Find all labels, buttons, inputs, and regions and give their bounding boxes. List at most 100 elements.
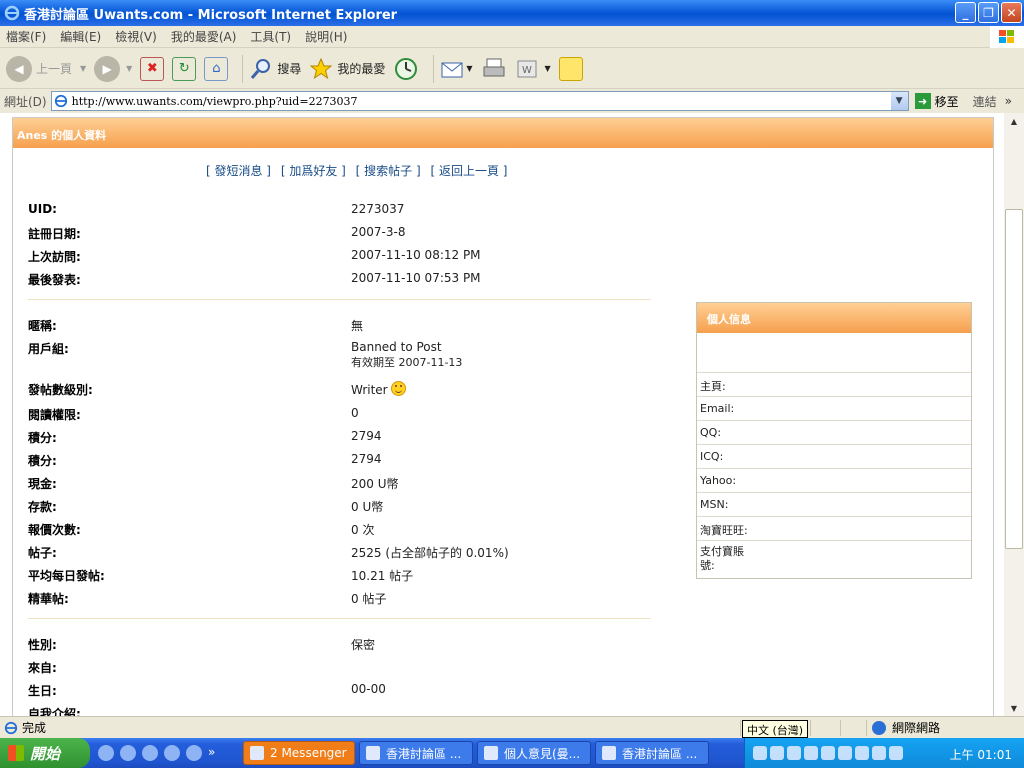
home-button[interactable]: ⌂ xyxy=(204,56,229,81)
keyboard-icon[interactable] xyxy=(753,746,767,760)
maximize-button[interactable]: ❐ xyxy=(978,2,999,23)
favorites-label: 我的最愛 xyxy=(337,62,386,76)
info-row-usergroup: 用戶組: Banned to Post 有效期至 2007-11-13 xyxy=(28,340,463,369)
word-edit-icon: W xyxy=(517,60,537,77)
edit-button[interactable]: W ▼ xyxy=(515,57,551,81)
address-input[interactable]: http://www.uwants.com/viewpro.php?uid=22… xyxy=(50,91,909,111)
menu-help[interactable]: 說明(H) xyxy=(305,28,347,45)
tray-icon[interactable] xyxy=(770,746,784,760)
contact-taobao: 淘寶旺旺: xyxy=(697,517,971,541)
tray-icon[interactable] xyxy=(838,746,852,760)
vertical-scrollbar[interactable]: ▲ ▼ xyxy=(1004,113,1024,716)
taskbar: 開始 » 2 Messenger▼ 香港討論區 ... 個人意見(曼... 香港… xyxy=(0,738,1024,768)
window-titlebar: 香港討論區 Uwants.com - Microsoft Internet Ex… xyxy=(0,0,1024,26)
task-messenger[interactable]: 2 Messenger▼ xyxy=(243,741,355,765)
search-button[interactable]: 搜尋 xyxy=(249,57,301,81)
menu-file[interactable]: 檔案(F) xyxy=(6,28,46,45)
print-button[interactable] xyxy=(481,57,507,81)
task-ie-1[interactable]: 香港討論區 ... xyxy=(359,741,473,765)
scroll-thumb[interactable] xyxy=(1005,209,1023,549)
divider xyxy=(28,618,651,619)
tray-icon[interactable] xyxy=(787,746,801,760)
usergroup-value: Banned to Post xyxy=(351,340,442,354)
chevron-right-icon[interactable]: » xyxy=(208,745,215,761)
favorites-button[interactable]: 我的最愛 xyxy=(309,57,385,81)
ie-icon xyxy=(602,746,616,760)
profile-panel: Anes 的個人資料 [ 發短消息 ] [ 加爲好友 ] [ 搜索帖子 ] [ … xyxy=(12,117,994,716)
ie-icon[interactable] xyxy=(186,745,202,761)
mail-dropdown-icon: ▼ xyxy=(466,64,473,73)
menu-favorites[interactable]: 我的最愛(A) xyxy=(171,28,237,45)
info-row-daily-avg: 平均每日發帖: 10.21 帖子 xyxy=(28,569,414,583)
search-posts-link[interactable]: [ 搜索帖子 ] xyxy=(356,164,421,178)
ime-indicator[interactable]: 中文 (台灣) xyxy=(742,720,809,738)
address-dropdown-icon[interactable]: ▼ xyxy=(890,92,908,110)
ie-icon xyxy=(366,746,380,760)
close-button[interactable]: ✕ xyxy=(1001,2,1022,23)
back-button[interactable]: ◀ 上一頁 ▼ xyxy=(6,55,86,82)
contact-msn: MSN: xyxy=(697,493,971,517)
menu-edit[interactable]: 編輯(E) xyxy=(60,28,101,45)
zone-label: 網際網路 xyxy=(892,721,941,735)
antivirus-icon[interactable] xyxy=(889,746,903,760)
standard-toolbar: ◀ 上一頁 ▼ ▶ ▼ ✖ ↻ ⌂ 搜尋 我的最愛 ▼ W ▼ xyxy=(0,49,1024,89)
info-row-posts: 帖子: 2525 (占全部帖子的 0.01%) xyxy=(28,546,509,560)
bluetooth-icon[interactable] xyxy=(872,746,886,760)
media-player-icon[interactable] xyxy=(98,745,114,761)
scroll-up-icon[interactable]: ▲ xyxy=(1005,113,1023,129)
menu-tools[interactable]: 工具(T) xyxy=(250,28,291,45)
svg-text:W: W xyxy=(522,65,532,76)
messenger-icon[interactable] xyxy=(120,745,136,761)
globe-icon xyxy=(872,720,886,735)
contact-email: Email: xyxy=(697,397,971,421)
mail-button[interactable]: ▼ xyxy=(440,58,473,80)
contact-alipay: 支付寶賬 號: xyxy=(700,545,744,572)
search-icon xyxy=(251,58,271,79)
ie-logo-icon xyxy=(4,5,20,21)
start-button[interactable]: 開始 xyxy=(0,738,90,768)
profile-actions: [ 發短消息 ] [ 加爲好友 ] [ 搜索帖子 ] [ 返回上一頁 ] xyxy=(206,162,513,179)
info-row-uid: UID: 2273037 xyxy=(28,202,405,216)
task-word[interactable]: 個人意見(曼... xyxy=(477,741,591,765)
forward-dropdown-icon[interactable]: ▼ xyxy=(126,64,132,73)
contact-info-title: 個人信息 xyxy=(697,303,971,333)
send-message-link[interactable]: [ 發短消息 ] xyxy=(206,164,271,178)
history-icon xyxy=(395,57,418,80)
shield-icon[interactable] xyxy=(804,746,818,760)
network-icon[interactable] xyxy=(821,746,835,760)
home-icon: ⌂ xyxy=(204,56,229,81)
add-friend-link[interactable]: [ 加爲好友 ] xyxy=(281,164,346,178)
back-dropdown-icon[interactable]: ▼ xyxy=(80,64,86,73)
refresh-button[interactable]: ↻ xyxy=(172,56,197,81)
history-button[interactable] xyxy=(393,56,419,82)
windows-logo-icon xyxy=(990,26,1024,48)
forward-button[interactable]: ▶ ▼ xyxy=(94,55,132,82)
contact-homepage: 主頁: xyxy=(697,373,971,397)
notes-button[interactable] xyxy=(558,56,583,81)
scroll-down-icon[interactable]: ▼ xyxy=(1005,700,1023,716)
menu-view[interactable]: 檢視(V) xyxy=(115,28,157,45)
info-row-lastvisit: 上次訪問: 2007-11-10 08:12 PM xyxy=(28,248,481,264)
task-ie-2[interactable]: 香港討論區 ... xyxy=(595,741,709,765)
clock[interactable]: 上午 01:01 xyxy=(950,746,1012,763)
tray-icon[interactable] xyxy=(855,746,869,760)
back-arrow-icon: ◀ xyxy=(6,55,32,82)
info-row-cash: 現金: 200 U幣 xyxy=(28,477,399,491)
search-label: 搜尋 xyxy=(277,62,302,76)
back-link[interactable]: [ 返回上一頁 ] xyxy=(430,164,507,178)
info-row-readperm: 閱讀權限: 0 xyxy=(28,406,359,422)
go-arrow-icon: ➜ xyxy=(914,93,931,109)
rank-value: Writer xyxy=(351,383,388,397)
stop-button[interactable]: ✖ xyxy=(140,56,165,81)
msn-icon[interactable] xyxy=(164,745,180,761)
page-done-icon xyxy=(4,721,18,734)
ie-icon[interactable] xyxy=(142,745,158,761)
start-label: 開始 xyxy=(30,744,61,763)
printer-icon xyxy=(483,58,505,76)
minimize-button[interactable]: _ xyxy=(955,2,976,23)
word-icon xyxy=(484,746,498,760)
go-label: 移至 xyxy=(934,94,959,109)
go-button[interactable]: ➜ 移至 xyxy=(914,93,959,110)
chevron-right-icon[interactable]: » xyxy=(1005,94,1012,108)
links-button[interactable]: 連結 xyxy=(973,93,997,110)
